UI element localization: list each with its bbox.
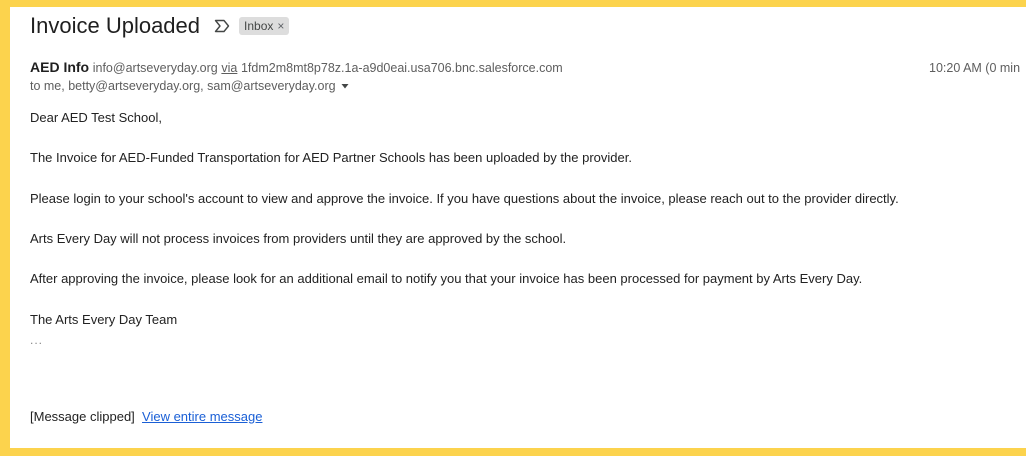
body-paragraph-2: Please login to your school's account to… bbox=[30, 191, 899, 206]
subject-row: Invoice Uploaded Inbox × bbox=[30, 13, 290, 39]
label-chip-inbox[interactable]: Inbox × bbox=[239, 17, 290, 35]
view-entire-message-link[interactable]: View entire message bbox=[142, 409, 262, 424]
body-greeting: Dear AED Test School, bbox=[30, 110, 162, 125]
via-link[interactable]: via bbox=[221, 61, 237, 75]
recipients-text: to me, betty@artseveryday.org, sam@artse… bbox=[30, 79, 336, 93]
body-paragraph-3: Arts Every Day will not process invoices… bbox=[30, 231, 567, 246]
sender-email: info@artseveryday.org bbox=[92, 61, 218, 75]
clipped-text: [Message clipped] bbox=[30, 409, 135, 424]
sender-row: AED Info info@artseveryday.org via 1fdm2… bbox=[30, 59, 563, 75]
email-timestamp: 10:20 AM (0 min bbox=[929, 61, 1021, 75]
body-paragraph-1: The Invoice for AED-Funded Transportatio… bbox=[30, 150, 632, 165]
body-paragraph-4: After approving the invoice, please look… bbox=[30, 271, 863, 286]
body-signature: The Arts Every Day Team bbox=[30, 312, 178, 327]
clipped-row: [Message clipped] View entire message bbox=[30, 409, 262, 424]
recipients-row: to me, betty@artseveryday.org, sam@artse… bbox=[30, 79, 350, 93]
trimmed-content-ellipsis[interactable]: ... bbox=[30, 333, 43, 347]
important-marker-icon[interactable] bbox=[214, 18, 230, 34]
label-chip-text: Inbox bbox=[244, 19, 274, 33]
email-subject: Invoice Uploaded bbox=[30, 13, 201, 38]
close-icon[interactable]: × bbox=[277, 19, 284, 33]
sender-name[interactable]: AED Info bbox=[30, 59, 89, 75]
email-frame: Invoice Uploaded Inbox × AED Info info@a… bbox=[10, 7, 1026, 448]
caret-down-icon[interactable] bbox=[340, 81, 350, 91]
via-domain: 1fdm2m8mt8p78z.1a-a9d0eai.usa706.bnc.sal… bbox=[240, 61, 563, 75]
